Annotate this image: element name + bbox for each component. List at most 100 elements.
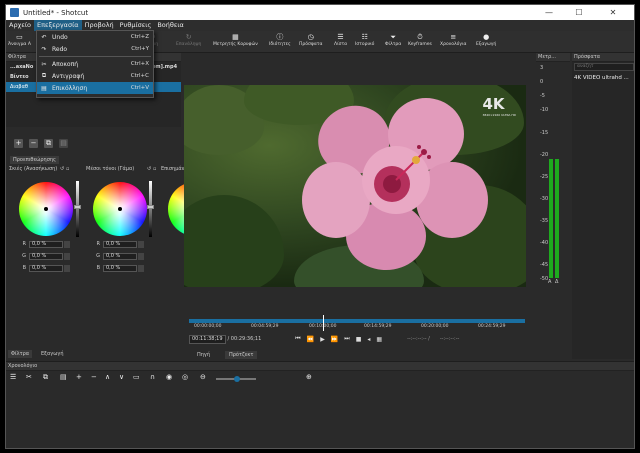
tab-project[interactable]: Πρότζεκτ: [225, 351, 258, 359]
meter-channel-a: A: [548, 279, 552, 285]
meter-icon: ▦: [232, 33, 239, 41]
video-viewer[interactable]: 4K 3840×2160 ULTRA HD: [184, 85, 526, 287]
midtones-color-wheel[interactable]: [93, 182, 147, 236]
menu-icon[interactable]: ☰: [10, 373, 16, 381]
current-timecode[interactable]: 00:11:38;19: [189, 334, 226, 344]
add-filter-button[interactable]: +: [14, 138, 23, 148]
meter-channel-b: Δ: [555, 279, 559, 285]
filters-button[interactable]: ⏷ Φίλτρα: [385, 33, 401, 47]
append-icon[interactable]: +: [76, 373, 82, 381]
tab-export[interactable]: Εξαγωγή: [38, 350, 67, 358]
shadows-b-field[interactable]: 0,0 %: [29, 264, 63, 272]
midtones-b-row: B 0,0 %: [92, 264, 144, 272]
playlist-button[interactable]: ☰ Λίστα: [334, 33, 347, 47]
shadows-color-wheel[interactable]: [19, 182, 73, 236]
midtones-g-field[interactable]: 0,0 %: [103, 252, 137, 260]
maximize-button[interactable]: ☐: [566, 5, 592, 20]
timeline-icon: ≡: [450, 33, 457, 41]
meter-bar-left: [549, 159, 553, 278]
volume-icon[interactable]: ◂: [367, 336, 370, 343]
paste-filter-button[interactable]: ▤: [59, 138, 68, 148]
cut-icon: ✂: [41, 60, 47, 68]
midtones-r-field[interactable]: 0,0 %: [103, 240, 137, 248]
midtones-reset-icon[interactable]: ↺: [147, 166, 151, 172]
audio-meter-panel: Μετρ... 3 0 -5 -10 -15 -20 -25 -30 -35 -…: [536, 53, 570, 359]
stop-icon[interactable]: ■: [356, 336, 362, 343]
shadows-reset-icon[interactable]: ↺: [60, 166, 64, 172]
timeline-zoom-slider[interactable]: [216, 376, 256, 382]
midtones-eyedropper-icon[interactable]: ▫: [153, 166, 156, 172]
scrubber-ticks: 00:00:00;00 00:04:59;29 00:10:00;00 00:1…: [194, 324, 506, 329]
menu-item-cut[interactable]: ✂ Αποκοπή Ctrl+X: [37, 58, 153, 70]
scrub-icon[interactable]: ◉: [166, 373, 172, 381]
lift-icon[interactable]: ∧: [105, 373, 110, 381]
keyframes-button[interactable]: ⏱ Keyframes: [408, 33, 432, 47]
timeline-button[interactable]: ≡ Χρονολόγια: [440, 33, 467, 47]
window-title: Untitled* - Shotcut: [23, 8, 89, 17]
export-button[interactable]: ● Εξαγωγή: [476, 33, 496, 47]
cut-icon[interactable]: ✂: [26, 373, 32, 381]
open-button[interactable]: ▭ Άνοιγμα Α: [8, 33, 31, 47]
tab-source[interactable]: Πηγή: [193, 351, 214, 359]
snap-icon[interactable]: ∩: [150, 373, 155, 381]
timeline-header: Χρονολόγιο: [6, 362, 634, 371]
tab-preview[interactable]: Προεπιθεώρησης: [10, 156, 59, 164]
tab-filters[interactable]: Φίλτρα: [8, 350, 33, 358]
scrubber-bar[interactable]: [189, 319, 525, 323]
close-button[interactable]: ✕: [600, 5, 626, 20]
remove-icon[interactable]: −: [91, 373, 97, 381]
minimize-button[interactable]: —: [536, 5, 562, 20]
repeat-toolbar-button[interactable]: ↻ Επανάληψη: [176, 33, 201, 47]
menu-file[interactable]: Αρχείο: [6, 20, 34, 31]
zoom-out-icon[interactable]: ⊖: [200, 373, 206, 381]
recent-button[interactable]: ◷ Πρόσφατα: [299, 33, 322, 47]
menu-item-paste[interactable]: ▤ Επικόλληση Ctrl+V: [37, 82, 153, 94]
split-icon[interactable]: ▭: [133, 373, 140, 381]
overwrite-icon[interactable]: ∨: [119, 373, 124, 381]
shadows-g-field[interactable]: 0,0 %: [29, 252, 63, 260]
properties-button[interactable]: ⓘ Ιδιότητες: [269, 33, 291, 47]
repeat-icon: ↻: [185, 33, 192, 41]
midtones-value-slider[interactable]: [147, 181, 154, 237]
midtones-b-field[interactable]: 0,0 %: [103, 264, 137, 272]
copy-icon: ⧉: [41, 72, 47, 79]
ripple-icon[interactable]: ◎: [182, 373, 188, 381]
shadows-value-slider[interactable]: [74, 181, 81, 237]
history-button[interactable]: ☷ Ιστορικό: [355, 33, 374, 47]
paste-icon[interactable]: ▤: [60, 373, 67, 381]
skip-next-icon[interactable]: ⏭: [344, 335, 349, 343]
peak-meter-button[interactable]: ▦ Μετρητής Κορυφών: [213, 33, 258, 47]
list-icon: ☰: [337, 33, 344, 41]
scrubber[interactable]: 00:00:00;00 00:04:59;29 00:10:00;00 00:1…: [189, 313, 525, 331]
menu-item-undo[interactable]: ↶ Undo Ctrl+Z: [37, 31, 153, 43]
copy-filter-button[interactable]: ⧉: [44, 138, 53, 148]
export-icon: ●: [483, 33, 490, 41]
plus-icon: +: [15, 139, 22, 147]
clock-icon: ◷: [307, 33, 314, 41]
recent-search-input[interactable]: αναζητ: [574, 63, 634, 71]
shotcut-app-icon: [10, 8, 19, 17]
shadows-eyedropper-icon[interactable]: ▫: [66, 166, 69, 172]
zoom-in-icon[interactable]: ⊕: [306, 373, 312, 381]
shadows-b-row: B 0,0 %: [18, 264, 70, 272]
grid-icon[interactable]: ▦: [376, 336, 382, 343]
copy-icon[interactable]: ⧉: [43, 373, 48, 382]
play-icon[interactable]: ▶: [320, 336, 325, 343]
remove-filter-button[interactable]: −: [29, 138, 38, 148]
menu-help[interactable]: Βοήθεια: [154, 20, 187, 31]
timeline-panel: Χρονολόγιο ☰ ✂ ⧉ ▤ + − ∧ ∨ ▭ ∩ ◉ ◎ ⊖ ⊕: [6, 361, 634, 448]
playhead[interactable]: [323, 315, 324, 331]
hibiscus-flower-image: [302, 98, 488, 270]
highlights-label: Επισημάν: [161, 166, 185, 172]
skip-previous-icon[interactable]: ⏮: [295, 335, 300, 343]
filters-panel: Φίλτρα ...axaNo com].mp4 Βίντεο Διαβαθ +…: [6, 53, 222, 359]
midtones-r-row: R 0,0 %: [92, 240, 144, 248]
recent-item[interactable]: 4K VIDEO ultrahd ...: [574, 75, 629, 81]
shadows-r-field[interactable]: 0,0 %: [29, 240, 63, 248]
rewind-icon[interactable]: ⏪: [307, 336, 314, 343]
undo-icon: ↶: [41, 33, 47, 41]
menu-item-copy[interactable]: ⧉ Αντιγραφή Ctrl+C: [37, 70, 153, 82]
menu-item-redo[interactable]: ↷ Redo Ctrl+Y: [37, 43, 153, 55]
minus-icon: −: [30, 139, 37, 147]
fast-forward-icon[interactable]: ⏩: [331, 336, 338, 343]
